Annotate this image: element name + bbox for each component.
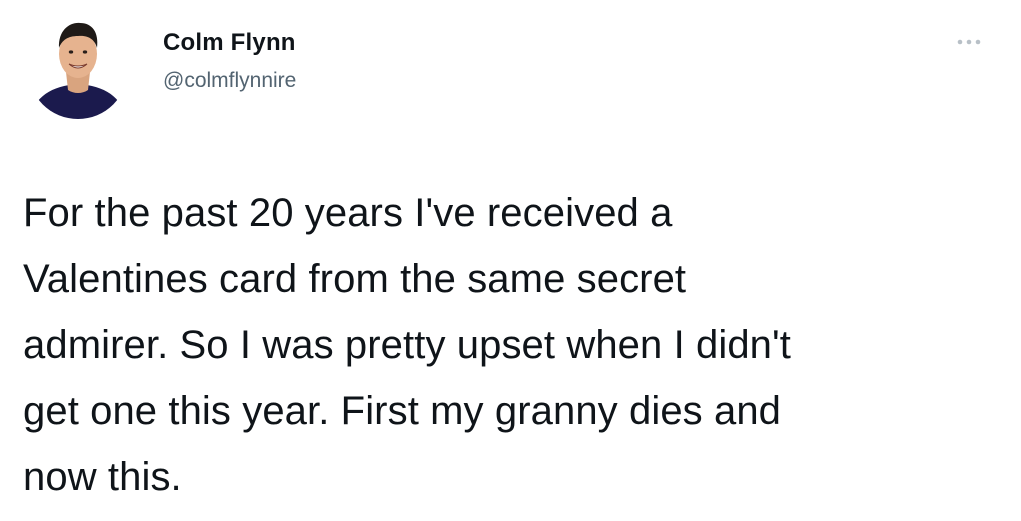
tweet-text-line: get one this year. First my granny dies … [23,389,782,433]
profile-photo-icon [28,19,128,119]
tweet-text-line: For the past 20 years I've received a [23,191,673,235]
tweet-text: For the past 20 years I've received a Va… [23,180,1003,510]
author-info: Colm Flynn @colmflynnire [163,28,296,94]
more-options-button[interactable] [952,32,992,52]
tweet-card: Colm Flynn @colmflynnire For the past 20… [0,0,1021,521]
avatar[interactable] [26,10,130,128]
user-handle[interactable]: @colmflynnire [163,68,296,94]
tweet-text-line: admirer. So I was pretty upset when I di… [23,323,791,367]
more-options-icon [957,39,981,45]
tweet-text-line: Valentines card from the same secret [23,257,687,301]
tweet-text-line: now this. [23,455,182,499]
display-name[interactable]: Colm Flynn [163,28,296,58]
